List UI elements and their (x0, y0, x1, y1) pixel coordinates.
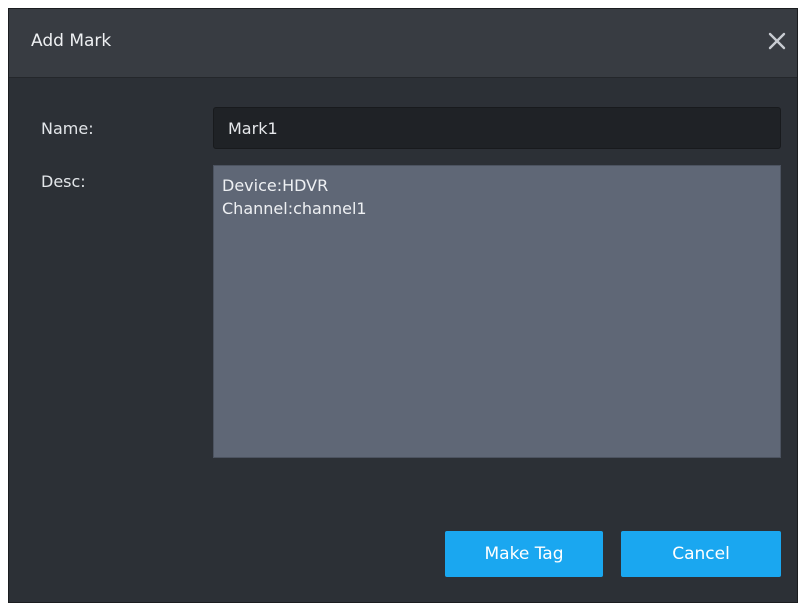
cancel-button[interactable]: Cancel (621, 531, 781, 577)
name-input[interactable] (213, 107, 781, 149)
make-tag-button[interactable]: Make Tag (445, 531, 603, 577)
add-mark-dialog: Add Mark Name: Desc: Device:HDVR Channel… (8, 8, 798, 603)
desc-label: Desc: (41, 172, 86, 191)
name-label: Name: (41, 119, 94, 138)
desc-textarea[interactable]: Device:HDVR Channel:channel1 (213, 165, 781, 458)
dialog-title-bar: Add Mark (9, 9, 797, 78)
close-icon (768, 32, 786, 50)
close-button[interactable] (761, 25, 793, 57)
dialog-title: Add Mark (31, 31, 112, 51)
